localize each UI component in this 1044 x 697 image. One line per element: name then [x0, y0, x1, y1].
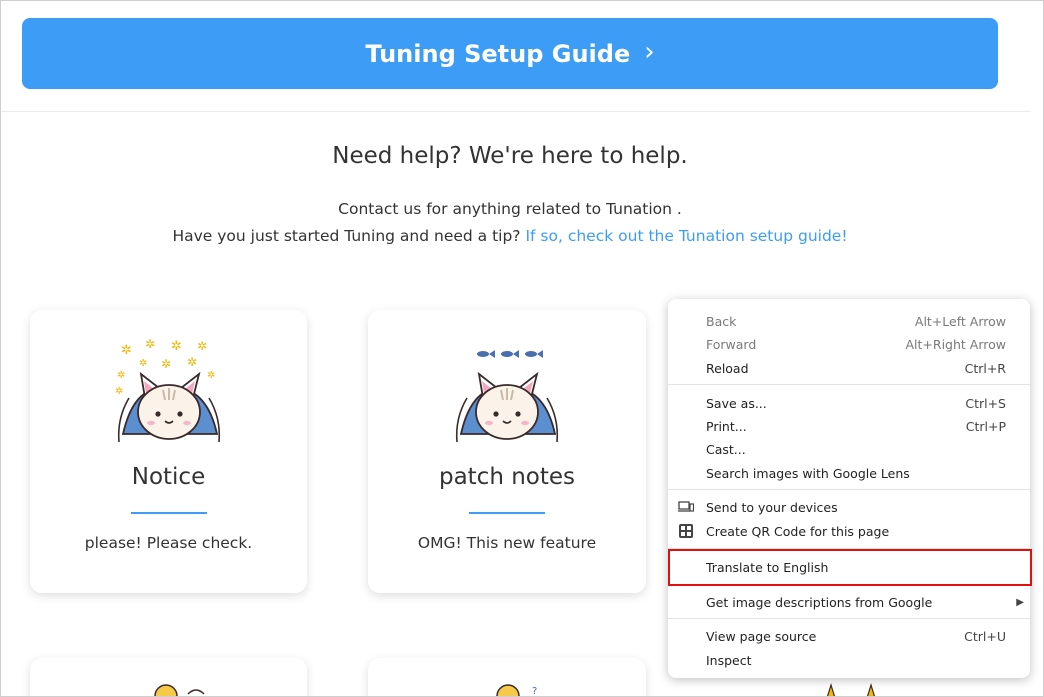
- notice-card-description: please! Please check.: [84, 534, 253, 552]
- menu-item-shortcut: Ctrl+R: [964, 361, 1006, 376]
- menu-separator: [668, 489, 1030, 490]
- menu-item-print[interactable]: Print... Ctrl+P: [668, 415, 1030, 438]
- menu-item-label: View page source: [706, 629, 817, 644]
- svg-text:✲: ✲: [117, 370, 125, 381]
- card-row2-1[interactable]: [30, 658, 307, 696]
- svg-text:?: ?: [532, 686, 537, 697]
- menu-item-save-as[interactable]: Save as... Ctrl+S: [668, 392, 1030, 415]
- menu-item-google-lens[interactable]: Search images with Google Lens: [668, 462, 1030, 485]
- menu-item-shortcut: Ctrl+S: [965, 396, 1006, 411]
- menu-item-cast[interactable]: Cast...: [668, 438, 1030, 461]
- mascot-partial-icon: [154, 684, 205, 696]
- svg-text:✲: ✲: [187, 355, 197, 369]
- menu-item-shortcut: Ctrl+P: [965, 419, 1006, 434]
- svg-text:✲: ✲: [139, 358, 147, 369]
- patch-notes-card-title: patch notes: [438, 464, 576, 490]
- card-row2-2[interactable]: ?: [368, 658, 646, 697]
- svg-text:✲: ✲: [207, 370, 215, 381]
- context-menu: Back Alt+Left Arrow Forward Alt+Right Ar…: [668, 299, 1030, 678]
- menu-item-forward[interactable]: Forward Alt+Right Arrow: [668, 333, 1030, 356]
- card-title-underline: [130, 512, 207, 514]
- guide-button-label: Tuning Setup Guide: [365, 39, 631, 68]
- svg-text:✲: ✲: [161, 357, 171, 371]
- section-divider: [1, 111, 1031, 112]
- tuning-setup-guide-button[interactable]: Tuning Setup Guide ›: [22, 18, 998, 89]
- menu-item-label: Back: [706, 314, 737, 329]
- svg-text:✲: ✲: [171, 339, 182, 354]
- sparkle-partial-icon: [826, 682, 876, 696]
- menu-item-reload[interactable]: Reload Ctrl+R: [668, 357, 1030, 380]
- menu-item-label: Reload: [706, 361, 749, 376]
- menu-item-label: Save as...: [706, 396, 767, 411]
- menu-item-back[interactable]: Back Alt+Left Arrow: [668, 310, 1030, 333]
- notice-card[interactable]: ✲ ✲ ✲ ✲ ✲ ✲ ✲ ✲ ✲ ✲ Notice please! Pleas…: [30, 310, 307, 593]
- menu-item-label: Send to your devices: [706, 500, 838, 515]
- menu-item-send-to-devices[interactable]: Send to your devices: [668, 496, 1030, 519]
- help-contact-text: Contact us for anything related to Tunat…: [338, 200, 682, 218]
- menu-separator: [668, 618, 1030, 619]
- menu-item-image-descriptions[interactable]: Get image descriptions from Google ▶: [668, 591, 1030, 614]
- menu-item-shortcut: Alt+Right Arrow: [905, 337, 1007, 352]
- svg-text:✲: ✲: [197, 339, 207, 353]
- qr-code-icon: [679, 524, 693, 538]
- menu-item-label: Print...: [706, 419, 747, 434]
- submenu-arrow-icon: ▶: [1016, 597, 1024, 608]
- patch-notes-card[interactable]: patch notes OMG! This new feature: [368, 310, 646, 593]
- svg-text:✲: ✲: [115, 386, 123, 397]
- menu-item-qr-code[interactable]: Create QR Code for this page: [668, 520, 1030, 543]
- patch-notes-card-description: OMG! This new feature: [417, 534, 597, 552]
- menu-separator: [668, 384, 1030, 385]
- help-title: Need help? We're here to help.: [332, 143, 688, 169]
- help-tip-prefix: Have you just started Tuning and need a …: [172, 227, 526, 245]
- notice-card-title: Notice: [131, 464, 206, 490]
- cat-mascot-sparkle-icon: ✲ ✲ ✲ ✲ ✲ ✲ ✲ ✲ ✲ ✲: [115, 338, 220, 443]
- setup-guide-link[interactable]: If so, check out the Tunation setup guid…: [525, 227, 847, 245]
- menu-item-label: Get image descriptions from Google: [706, 595, 933, 610]
- devices-icon: [678, 501, 694, 512]
- cat-mascot-fish-icon: [455, 350, 559, 443]
- help-tip-text: Have you just started Tuning and need a …: [1, 227, 1019, 245]
- svg-text:✲: ✲: [121, 343, 132, 358]
- menu-item-label: Cast...: [706, 442, 746, 457]
- menu-item-view-source[interactable]: View page source Ctrl+U: [668, 625, 1030, 648]
- menu-item-label: Search images with Google Lens: [706, 466, 910, 481]
- menu-item-label: Create QR Code for this page: [706, 524, 890, 539]
- svg-text:✲: ✲: [145, 338, 155, 351]
- card-title-underline: [469, 512, 545, 514]
- menu-item-shortcut: Ctrl+U: [964, 629, 1006, 644]
- translate-highlight-box: [668, 549, 1032, 586]
- menu-item-inspect[interactable]: Inspect: [668, 649, 1030, 672]
- chevron-right-icon: ›: [644, 37, 655, 67]
- menu-item-shortcut: Alt+Left Arrow: [914, 314, 1006, 329]
- menu-item-label: Inspect: [706, 653, 752, 668]
- menu-item-label: Forward: [706, 337, 757, 352]
- mascot-partial-icon: ?: [496, 684, 537, 697]
